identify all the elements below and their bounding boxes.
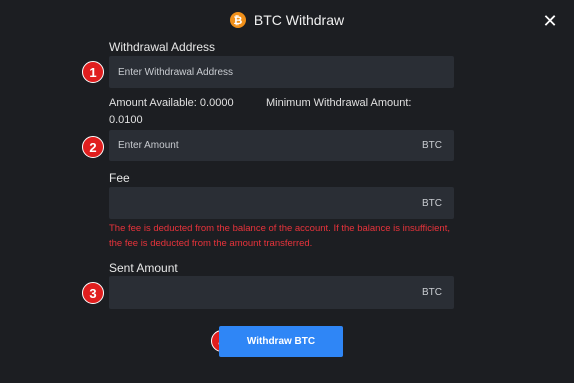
withdraw-modal: ₿ BTC Withdraw ✕ Withdrawal Address 1 Am…: [0, 0, 574, 383]
sent-amount-label: Sent Amount: [109, 261, 178, 275]
amount-available-text: Amount Available: 0.0000: [109, 97, 234, 109]
bitcoin-icon: ₿: [229, 12, 246, 28]
minimum-withdrawal-label: Minimum Withdrawal Amount:: [266, 97, 412, 109]
amount-unit: BTC: [422, 140, 442, 151]
address-label: Withdrawal Address: [109, 40, 216, 54]
sent-amount-unit: BTC: [422, 287, 442, 298]
close-icon[interactable]: ✕: [542, 13, 558, 31]
fee-label: Fee: [109, 171, 130, 185]
step-marker-3: 3: [82, 282, 104, 304]
amount-field[interactable]: BTC: [109, 130, 454, 161]
fee-field: BTC: [109, 187, 454, 219]
address-field[interactable]: [109, 56, 454, 88]
minimum-withdrawal-value: 0.0100: [109, 114, 143, 126]
withdraw-button[interactable]: Withdraw BTC: [219, 326, 343, 357]
modal-header: ₿ BTC Withdraw: [0, 10, 574, 30]
sent-amount-field: BTC: [109, 276, 454, 309]
amount-input[interactable]: [118, 140, 358, 151]
step-marker-2: 2: [82, 136, 104, 158]
fee-warning-text: The fee is deducted from the balance of …: [109, 223, 450, 249]
address-input[interactable]: [118, 66, 358, 78]
fee-unit: BTC: [422, 197, 442, 209]
modal-title: BTC Withdraw: [253, 12, 345, 28]
step-marker-1: 1: [82, 61, 104, 83]
